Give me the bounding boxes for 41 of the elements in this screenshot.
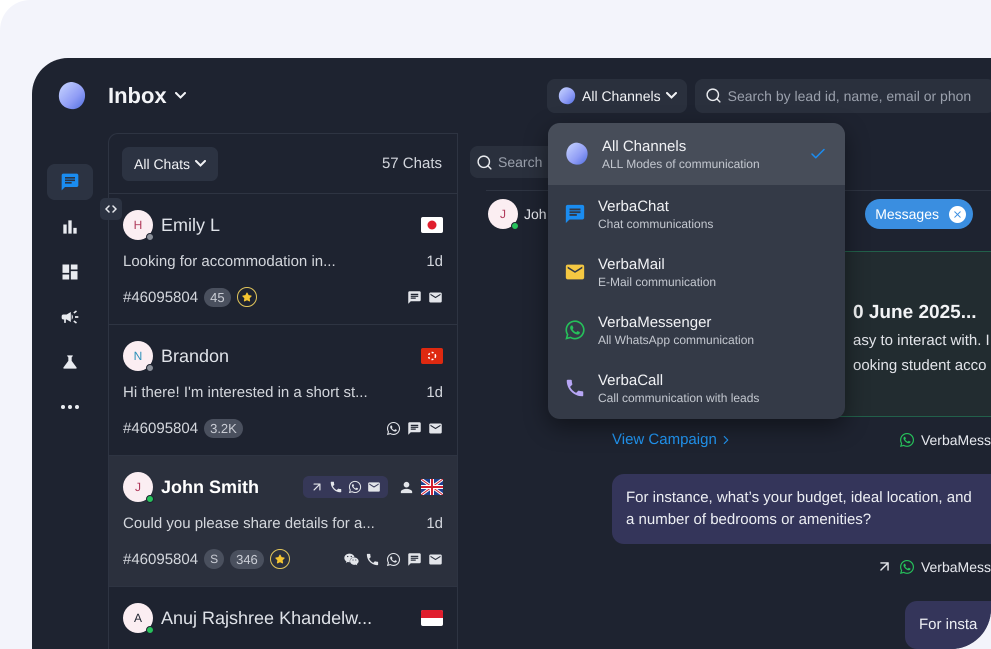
menu-item-subtitle: E-Mail communication <box>598 274 718 288</box>
count-badge: 346 <box>230 550 264 568</box>
menu-item-title: VerbaCall <box>598 372 664 388</box>
count-badge: 3.2K <box>204 418 243 438</box>
menu-item-title: VerbaMail <box>598 256 666 272</box>
message-preview: Looking for accommodation in... <box>123 252 336 270</box>
contact-name: Anuj Rajshree Khandelw... <box>161 608 372 628</box>
lead-id: #46095804 <box>123 288 198 306</box>
initial-badge: S <box>204 549 224 569</box>
menu-item-subtitle: Chat communications <box>598 216 714 230</box>
contact-name: Brandon <box>161 346 230 366</box>
message-bubble: For instance, what’s your budget, ideal location, and a number of bedrooms or amenities? <box>612 474 991 544</box>
message-preview: Hi there! I'm interested in a short st... <box>123 384 368 400</box>
avatar: A <box>123 603 153 633</box>
contact-name: Emily L <box>161 214 220 236</box>
timestamp: 1d <box>426 252 443 270</box>
campaign-text: ooking student acco <box>853 357 988 374</box>
menu-item-subtitle: Call communication with leads <box>598 390 760 404</box>
menu-item-subtitle: All WhatsApp communication <box>598 332 756 346</box>
campaign-title: 0 June 2025... <box>853 302 978 324</box>
count-badge: 45 <box>204 288 231 306</box>
message-preview: Could you please share details for a... <box>123 514 375 532</box>
chat-count: 57 Chats <box>382 155 442 172</box>
menu-item-title: VerbaMessenger <box>598 314 712 330</box>
message-bubble: For insta <box>905 601 991 649</box>
lead-id: #46095804 <box>123 420 198 436</box>
avatar: J <box>488 199 518 229</box>
menu-item-title: VerbaChat <box>598 198 670 214</box>
menu-item-subtitle: ALL Modes of communication <box>602 156 761 170</box>
contact-name: Joh <box>524 206 547 222</box>
avatar: H <box>123 210 153 240</box>
lead-id: #46095804 <box>123 550 198 568</box>
contact-name: John Smith <box>161 476 259 498</box>
campaign-text: asy to interact with. I <box>853 332 991 349</box>
avatar: N <box>123 341 153 371</box>
channel-label: VerbaMess <box>920 432 991 448</box>
menu-item-title: All Channels <box>602 138 688 154</box>
timestamp: 1d <box>426 514 443 532</box>
timestamp: 1d <box>426 384 443 400</box>
channel-label: VerbaMess <box>920 558 991 574</box>
avatar: J <box>123 472 153 502</box>
